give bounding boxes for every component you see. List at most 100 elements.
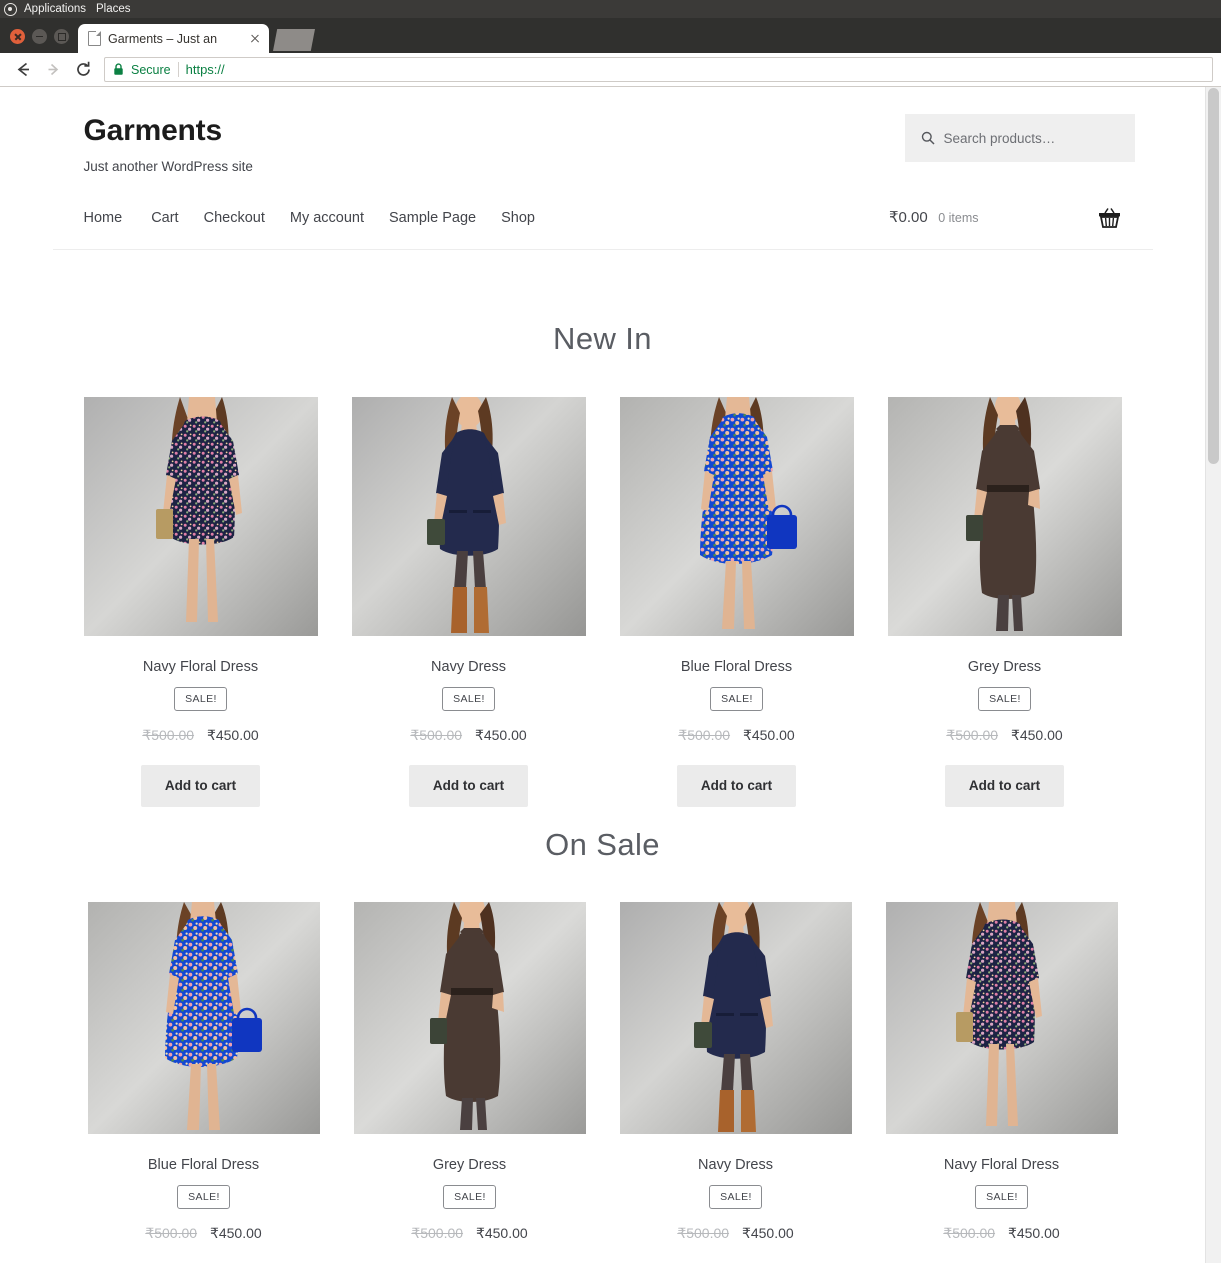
original-price: ₹500.00 (946, 726, 999, 743)
sale-price: ₹450.00 (1010, 726, 1063, 743)
add-to-cart-button[interactable]: Add to cart (140, 764, 261, 807)
blue-floral-dress-photo[interactable] (87, 901, 320, 1134)
product-name[interactable]: Blue Floral Dress (620, 659, 854, 675)
product-card: Navy Dress SALE! ₹500.00 ₹450.00 Add to … (619, 901, 852, 1263)
status-badge: SALE! (177, 1184, 230, 1209)
price-block: ₹500.00 ₹450.00 (352, 727, 586, 744)
price-block: ₹500.00 ₹450.00 (84, 727, 318, 744)
page-viewport: Garments Just another WordPress site Sea… (0, 87, 1221, 1263)
search-icon (921, 131, 935, 145)
page-title[interactable]: Garments (84, 114, 905, 149)
status-badge: SALE! (975, 1184, 1028, 1209)
product-card: Navy Dress SALE! ₹500.00 ₹450.00 Add to … (351, 396, 586, 807)
nav-links: Home Cart Checkout My account Sample Pag… (84, 210, 890, 226)
back-arrow-icon[interactable] (8, 55, 38, 85)
price-block: ₹500.00 ₹450.00 (886, 1225, 1118, 1242)
navy-floral-dress-photo[interactable] (885, 901, 1118, 1134)
window-close-button[interactable] (10, 29, 25, 44)
grey-dress-photo[interactable] (353, 901, 586, 1134)
product-card: Blue Floral Dress SALE! ₹500.00 ₹450.00 … (87, 901, 320, 1263)
section-heading-on-sale: On Sale (545, 826, 660, 862)
price-block: ₹500.00 ₹450.00 (354, 1225, 586, 1242)
branding: Garments Just another WordPress site (53, 114, 905, 174)
product-card: Blue Floral Dress SALE! ₹500.00 ₹450.00 … (619, 396, 854, 807)
price-block: ₹500.00 ₹450.00 (620, 727, 854, 744)
places-menu[interactable]: Places (95, 3, 140, 15)
product-name[interactable]: Navy Dress (352, 659, 586, 675)
status-badge: SALE! (174, 686, 227, 711)
product-card: Navy Floral Dress SALE! ₹500.00 ₹450.00 … (885, 901, 1118, 1263)
grey-dress-photo[interactable] (887, 396, 1122, 636)
search-placeholder: Search products… (943, 130, 1056, 146)
browser-toolbar: Secure https:// (0, 53, 1221, 87)
window-maximize-button[interactable] (54, 29, 69, 44)
nav-item-home[interactable]: Home (84, 210, 152, 226)
omnibox-divider (177, 62, 179, 77)
product-name[interactable]: Navy Floral Dress (84, 659, 318, 675)
window-controls (0, 29, 78, 53)
browser-tab[interactable]: Garments – Just an (78, 24, 269, 53)
browser-window: Garments – Just an Secure https:// (0, 18, 1221, 87)
sale-price: ₹450.00 (474, 726, 527, 743)
original-price: ₹500.00 (943, 1224, 996, 1241)
nav-item-shop[interactable]: Shop (501, 210, 560, 226)
original-price: ₹500.00 (677, 1224, 730, 1241)
navy-dress-photo[interactable] (351, 396, 586, 636)
nav-item-checkout[interactable]: Checkout (204, 210, 290, 226)
product-name[interactable]: Navy Floral Dress (886, 1157, 1118, 1173)
original-price: ₹500.00 (410, 726, 463, 743)
search-input[interactable]: Search products… (904, 114, 1135, 162)
web-page: Garments Just another WordPress site Sea… (0, 87, 1205, 1263)
product-name[interactable]: Blue Floral Dress (88, 1157, 320, 1173)
tab-title: Garments – Just an (108, 31, 218, 46)
new-tab-icon[interactable] (273, 29, 315, 51)
product-name[interactable]: Grey Dress (354, 1157, 586, 1173)
page-icon (88, 30, 102, 46)
status-badge: SALE! (709, 1184, 762, 1209)
original-price: ₹500.00 (145, 1224, 198, 1241)
sale-price: ₹450.00 (741, 1224, 794, 1241)
blue-floral-dress-photo[interactable] (619, 396, 854, 636)
url-text[interactable]: https:// (186, 62, 225, 77)
ubuntu-logo-icon[interactable] (4, 2, 17, 16)
nav-item-cart[interactable]: Cart (151, 210, 203, 226)
navy-dress-photo[interactable] (619, 901, 852, 1134)
status-badge: SALE! (443, 1184, 496, 1209)
applications-menu[interactable]: Applications (23, 3, 95, 15)
product-name[interactable]: Navy Dress (620, 1157, 852, 1173)
product-card: Grey Dress SALE! ₹500.00 ₹450.00 Add to … (353, 901, 586, 1263)
sale-price: ₹450.00 (475, 1224, 528, 1241)
product-card: Navy Floral Dress SALE! ₹500.00 ₹450.00 … (83, 396, 318, 807)
original-price: ₹500.00 (142, 726, 195, 743)
window-minimize-button[interactable] (32, 29, 47, 44)
forward-arrow-icon (38, 55, 68, 85)
price-block: ₹500.00 ₹450.00 (88, 1225, 320, 1242)
scrollbar-thumb[interactable] (1208, 88, 1219, 464)
shopping-basket-icon[interactable] (1097, 206, 1122, 230)
product-card: Grey Dress SALE! ₹500.00 ₹450.00 Add to … (887, 396, 1122, 807)
status-badge: SALE! (442, 686, 495, 711)
sale-price: ₹450.00 (206, 726, 259, 743)
original-price: ₹500.00 (411, 1224, 464, 1241)
close-icon[interactable] (247, 31, 263, 47)
nav-item-my-account[interactable]: My account (290, 210, 389, 226)
cart-item-count: 0 items (938, 211, 979, 225)
tab-strip: Garments – Just an (0, 18, 1221, 53)
nav-item-sample-page[interactable]: Sample Page (389, 210, 501, 226)
product-name[interactable]: Grey Dress (888, 659, 1122, 675)
reload-icon[interactable] (68, 55, 98, 85)
add-to-cart-button[interactable]: Add to cart (676, 764, 797, 807)
address-bar[interactable]: Secure https:// (104, 57, 1213, 82)
security-label: Secure (131, 62, 171, 77)
navy-floral-dress-photo[interactable] (83, 396, 318, 636)
add-to-cart-button[interactable]: Add to cart (408, 764, 529, 807)
section-heading-new-in: New In (553, 320, 652, 356)
page-scrollbar[interactable] (1205, 87, 1221, 1263)
cart-summary[interactable]: ₹0.00 0 items (889, 206, 1122, 230)
lock-icon (113, 63, 124, 76)
price-block: ₹500.00 ₹450.00 (888, 727, 1122, 744)
status-badge: SALE! (710, 686, 763, 711)
add-to-cart-button[interactable]: Add to cart (944, 764, 1065, 807)
desktop-top-bar: Applications Places (0, 0, 1221, 18)
original-price: ₹500.00 (678, 726, 731, 743)
